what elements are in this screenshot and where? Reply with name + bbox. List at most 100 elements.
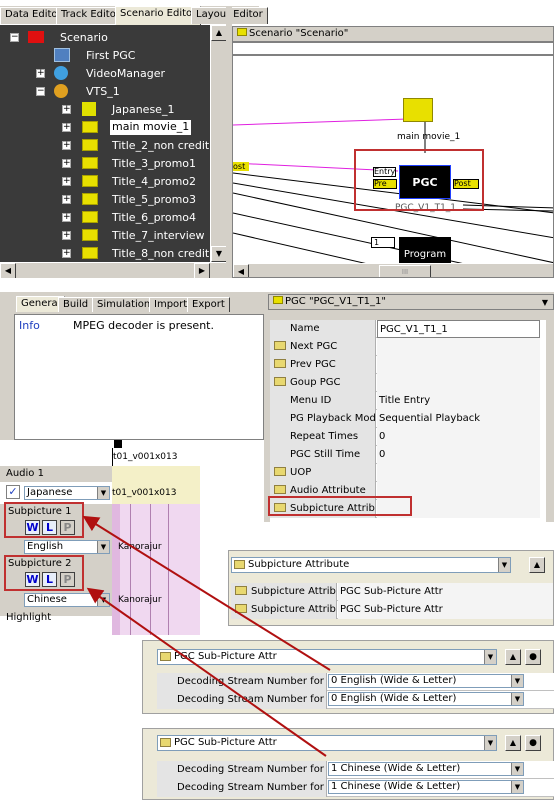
decoding-stream-letter-select[interactable]: 0 English (Wide & Letter) ▼: [328, 692, 524, 706]
tab-export[interactable]: Export: [187, 297, 230, 312]
tab-simulation[interactable]: Simulation: [92, 297, 156, 312]
expand-icon[interactable]: +: [62, 195, 71, 204]
expand-icon[interactable]: +: [62, 105, 71, 114]
attach-icon[interactable]: ●: [525, 735, 541, 751]
decoding-stream-wide-select[interactable]: 1 Chinese (Wide & Letter) ▼: [328, 762, 524, 776]
folder-icon: [235, 604, 247, 613]
expand-icon[interactable]: +: [62, 249, 71, 258]
expand-icon[interactable]: +: [62, 231, 71, 240]
attach-icon[interactable]: ●: [525, 649, 541, 665]
parent-folder-icon[interactable]: ▲: [505, 735, 521, 751]
subpicture-2-language-select[interactable]: Chinese ▼: [24, 593, 110, 607]
tab-import[interactable]: Import: [149, 297, 193, 312]
decoding-stream-wide-row[interactable]: Decoding Stream Number for Wide1 Chinese…: [157, 761, 554, 779]
subpicture-attribute-row[interactable]: Subpicture AttributePGC Sub-Picture Attr: [231, 601, 553, 619]
folder-icon: [82, 157, 98, 169]
tree-vertical-scrollbar[interactable]: ▲ ▼: [210, 25, 227, 262]
subpicture-2-clip-text: Kanorajur: [118, 595, 162, 605]
tab-scenario-editor[interactable]: Scenario Editor: [115, 6, 202, 25]
chevron-down-icon: ▼: [484, 650, 496, 664]
prop-row-next-pgc[interactable]: Next PGC: [270, 338, 540, 356]
scroll-up-icon[interactable]: ▲: [211, 25, 227, 41]
chevron-down-icon: ▼: [97, 487, 109, 499]
pgc-sub-picture-attr-selector[interactable]: PGC Sub-Picture Attr ▼: [157, 649, 497, 665]
chevron-down-icon: ▼: [511, 675, 523, 687]
decoding-stream-wide-row[interactable]: Decoding Stream Number for Wide0 English…: [157, 673, 554, 691]
audio-check-icon[interactable]: ✓: [6, 485, 20, 499]
tree-horizontal-scrollbar[interactable]: ◀ ▶: [0, 262, 226, 279]
pgc-properties-title: PGC "PGC_V1_T1_1" ▼: [268, 294, 554, 310]
prop-row-goup-pgc[interactable]: Goup PGC: [270, 374, 540, 392]
highlight-box-pgc: [354, 149, 484, 211]
tree-item-title-8[interactable]: + Title_8_non credit: [62, 245, 226, 262]
tree-item-scenario[interactable]: − Scenario: [10, 29, 210, 47]
chevron-down-icon: ▼: [511, 781, 523, 793]
prop-row-pgc-still-time[interactable]: PGC Still Time 0: [270, 446, 540, 464]
decoding-stream-wide-select[interactable]: 0 English (Wide & Letter) ▼: [328, 674, 524, 688]
prop-row-pg-playback-mode[interactable]: PG Playback Mode Sequential Playback: [270, 410, 540, 428]
decoding-stream-letter-select[interactable]: 1 Chinese (Wide & Letter) ▼: [328, 780, 524, 794]
info-message: MPEG decoder is present.: [73, 319, 214, 332]
tree-item-videomanager[interactable]: + VideoManager: [36, 65, 216, 83]
prop-row-prev-pgc[interactable]: Prev PGC: [270, 356, 540, 374]
prop-row-uop[interactable]: UOP: [270, 464, 540, 482]
expand-icon[interactable]: +: [62, 213, 71, 222]
collapse-icon[interactable]: −: [10, 33, 19, 42]
separator-band: [0, 278, 554, 292]
pgc-sub-picture-attr-grid: Decoding Stream Number for Wide1 Chinese…: [157, 761, 554, 797]
audio-language-select[interactable]: Japanese ▼: [24, 486, 110, 500]
subpicture-attribute-row[interactable]: Subpicture AttributePGC Sub-Picture Attr: [231, 583, 553, 601]
tree-item-title-6[interactable]: + Title_6_promo4: [62, 209, 226, 227]
main-movie-node-label: main movie_1: [397, 132, 461, 142]
vts-icon: [54, 84, 68, 98]
folder-icon: [160, 738, 171, 747]
highlight-box-subpicture-2: [4, 555, 84, 591]
subpicture-attribute-grid: Subpicture AttributePGC Sub-Picture Attr…: [231, 583, 553, 619]
chevron-down-icon: ▼: [511, 693, 523, 705]
parent-folder-icon[interactable]: ▲: [505, 649, 521, 665]
decoding-stream-letter-row[interactable]: Decoding Stream Number for Letter0 Engli…: [157, 691, 554, 709]
collapse-icon[interactable]: −: [36, 87, 45, 96]
folder-icon: [274, 377, 286, 386]
tree-item-main-movie-1[interactable]: + main movie_1: [62, 119, 226, 137]
audio-track-lane: [112, 466, 200, 482]
subpicture-attribute-selector[interactable]: Subpicture Attribute ▼: [231, 557, 511, 573]
pgc-sub-picture-attr-selector[interactable]: PGC Sub-Picture Attr ▼: [157, 735, 497, 751]
decoding-stream-letter-row[interactable]: Decoding Stream Number for Letter1 Chine…: [157, 779, 554, 797]
info-label: Info: [19, 319, 40, 332]
program-node[interactable]: Program: [399, 237, 451, 263]
prop-row-menu-id[interactable]: Menu ID Title Entry: [270, 392, 540, 410]
scenario-canvas[interactable]: main movie_1 ost Entry Pre PGC Post PGC_…: [232, 42, 554, 278]
tree-item-first-pgc[interactable]: First PGC: [54, 47, 214, 65]
tree-item-title-3[interactable]: + Title_3_promo1: [62, 155, 226, 173]
folder-icon: [274, 467, 286, 476]
tree-item-title-2[interactable]: + Title_2_non credit: [62, 137, 226, 155]
expand-icon[interactable]: +: [62, 177, 71, 186]
vmg-icon: [54, 66, 68, 80]
canvas-horizontal-scrollbar[interactable]: ◀ III: [233, 263, 553, 277]
chevron-down-icon: ▼: [498, 558, 510, 572]
tab-build[interactable]: Build: [58, 297, 94, 312]
tree-item-title-7[interactable]: + Title_7_interview: [62, 227, 226, 245]
scroll-left-icon[interactable]: ◀: [233, 264, 249, 277]
scroll-thumb[interactable]: III: [379, 265, 431, 277]
prop-row-name[interactable]: Name PGC_V1_T1_1: [270, 320, 540, 338]
expand-icon[interactable]: +: [62, 123, 71, 132]
scroll-down-icon[interactable]: ▼: [211, 246, 227, 262]
chevron-down-icon: ▼: [484, 736, 496, 750]
scroll-right-icon[interactable]: ▶: [194, 263, 210, 279]
parent-folder-icon[interactable]: ▲: [529, 557, 545, 573]
subpicture-1-language-select[interactable]: English ▼: [24, 540, 110, 554]
expand-icon[interactable]: +: [62, 141, 71, 150]
main-movie-folder-icon[interactable]: [403, 98, 433, 122]
tree-item-title-4[interactable]: + Title_4_promo2: [62, 173, 226, 191]
folder-icon: [82, 229, 98, 241]
tree-item-japanese-1[interactable]: + Japanese_1: [62, 101, 226, 119]
expand-icon[interactable]: +: [36, 69, 45, 78]
chevron-down-icon[interactable]: ▼: [539, 296, 551, 308]
tree-item-vts-1[interactable]: − VTS_1: [36, 83, 216, 101]
tree-item-title-5[interactable]: + Title_5_promo3: [62, 191, 226, 209]
expand-icon[interactable]: +: [62, 159, 71, 168]
scroll-left-icon[interactable]: ◀: [0, 263, 16, 279]
prop-row-repeat-times[interactable]: Repeat Times 0: [270, 428, 540, 446]
